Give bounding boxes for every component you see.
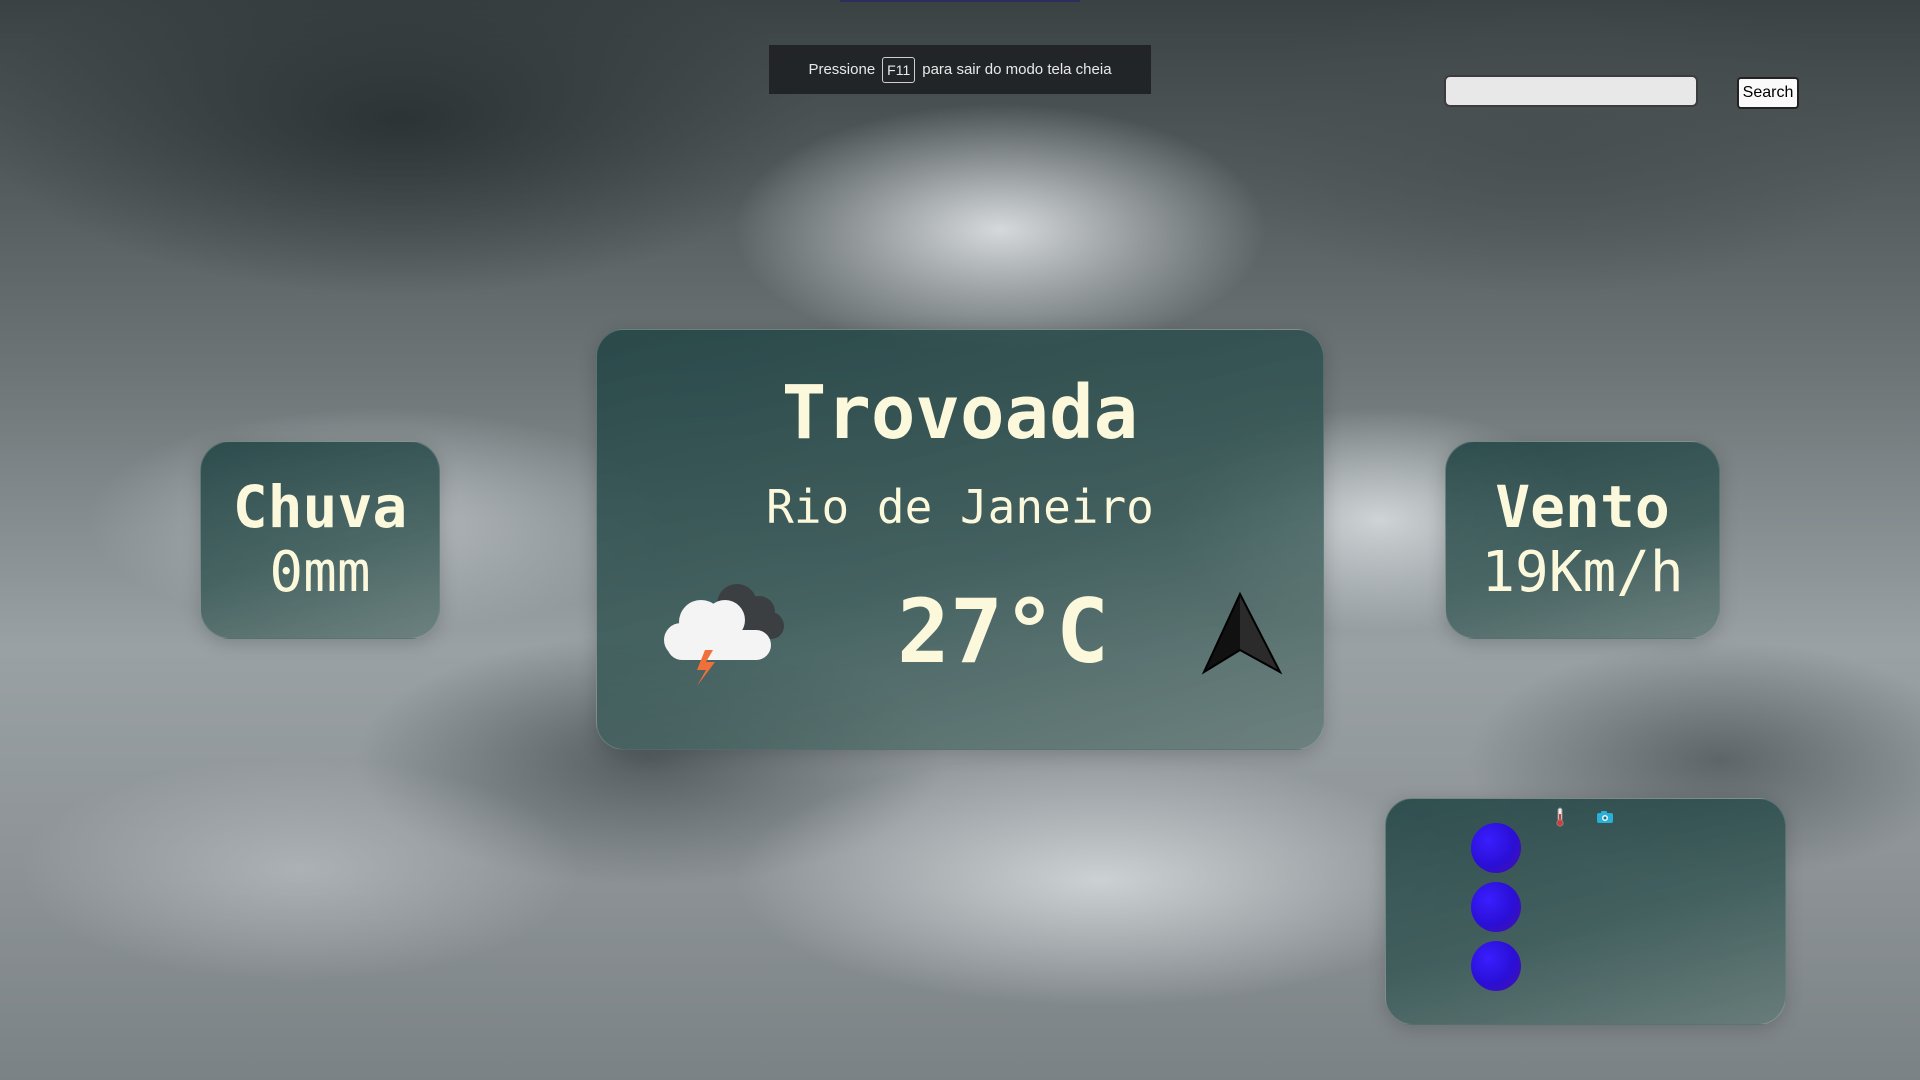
rain-card: Chuva 0mm xyxy=(200,441,440,639)
wind-label: Vento xyxy=(1495,473,1670,542)
search-button[interactable]: Search xyxy=(1737,77,1799,109)
forecast-card xyxy=(1385,798,1786,1025)
thermometer-icon xyxy=(1556,807,1564,827)
camera-icon xyxy=(1597,811,1613,823)
forecast-dot xyxy=(1471,882,1521,932)
current-weather-card: Trovoada Rio de Janeiro 27°C xyxy=(596,329,1324,750)
fullscreen-notice-suffix: para sair do modo tela cheia xyxy=(922,61,1112,78)
forecast-header-icons xyxy=(1554,807,1614,827)
fullscreen-notice: Pressione F11 para sair do modo tela che… xyxy=(769,45,1151,94)
search-input[interactable] xyxy=(1444,75,1698,107)
rain-value: 0mm xyxy=(269,540,371,606)
forecast-dot xyxy=(1471,823,1521,873)
forecast-dot xyxy=(1471,941,1521,991)
rain-label: Chuva xyxy=(232,473,408,542)
wind-value: 19Km/h xyxy=(1481,540,1684,606)
weather-condition: Trovoada xyxy=(781,370,1139,456)
fullscreen-notice-prefix: Pressione xyxy=(808,61,876,78)
temperature: 27°C xyxy=(897,580,1109,683)
f11-key-badge: F11 xyxy=(882,56,916,83)
navigation-arrow-icon xyxy=(1201,591,1283,675)
thunderstorm-icon xyxy=(664,584,784,686)
city-name: Rio de Janeiro xyxy=(766,480,1154,534)
wind-card: Vento 19Km/h xyxy=(1445,441,1720,639)
top-strip xyxy=(840,0,1080,2)
